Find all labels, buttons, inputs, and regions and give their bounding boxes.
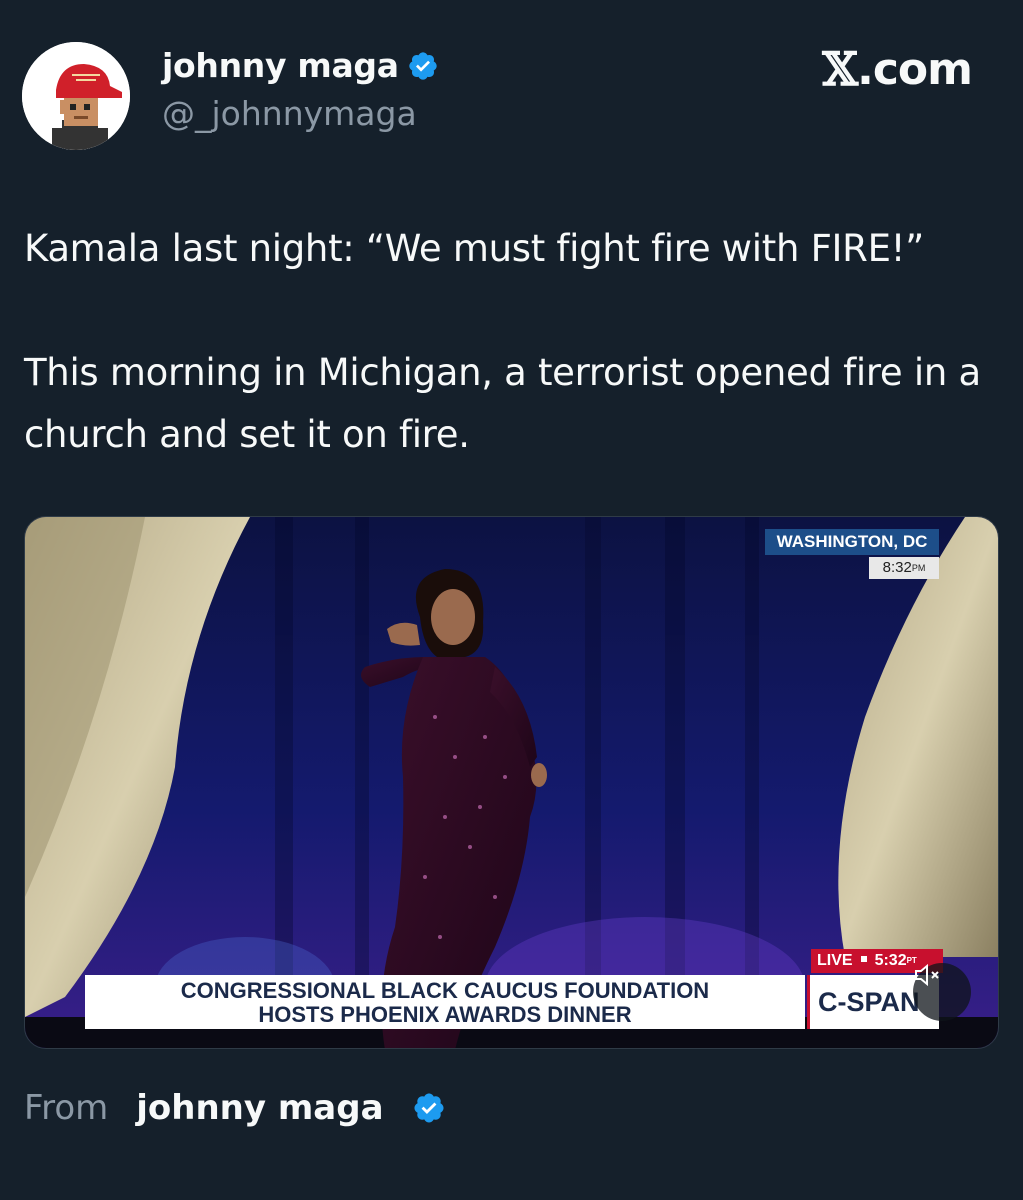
headline-line: CONGRESSIONAL BLACK CAUCUS FOUNDATION — [180, 978, 710, 1003]
lower-third-headline: CONGRESSIONAL BLACK CAUCUS FOUNDATION HO… — [85, 975, 805, 1029]
x-logo-icon: 𝕏 — [822, 42, 858, 96]
live-label: LIVE — [817, 952, 853, 969]
x-brand: 𝕏 .com — [822, 42, 973, 96]
location-badge: WASHINGTON, DC — [765, 529, 939, 555]
tweet-paragraph: This morning in Michigan, a terrorist op… — [24, 351, 981, 456]
from-label: From — [24, 1088, 109, 1128]
author-avatar[interactable] — [22, 42, 130, 150]
verified-badge-icon — [412, 1091, 446, 1125]
author-display-name[interactable]: johnny maga — [162, 46, 399, 85]
from-attribution: From johnny maga — [24, 1088, 446, 1128]
author-name-row[interactable]: johnny maga — [162, 46, 439, 85]
local-time: 8:32 — [882, 559, 912, 576]
headline-line: HOSTS PHOENIX AWARDS DINNER — [258, 1002, 632, 1027]
tweet-paragraph: Kamala last night: “We must fight fire w… — [24, 227, 925, 270]
tweet-header: johnny maga @_johnnymaga 𝕏 .com — [22, 42, 1002, 152]
pixel-avatar-red-cap-icon — [22, 42, 130, 150]
local-time-suffix: PM — [911, 563, 926, 573]
mute-button[interactable] — [913, 963, 971, 1021]
video-player[interactable]: WASHINGTON, DC 8:32PM LIVE 5:32PT CONGRES… — [24, 516, 999, 1049]
author-handle[interactable]: @_johnnymaga — [162, 94, 417, 133]
tweet-body: Kamala last night: “We must fight fire w… — [24, 218, 999, 466]
speaker-muted-icon — [915, 963, 939, 987]
from-author-name[interactable]: johnny maga — [136, 1088, 383, 1128]
live-time: 5:32 — [874, 952, 907, 969]
verified-badge-icon — [407, 50, 439, 82]
live-dot — [860, 956, 867, 962]
local-time-badge: 8:32PM — [869, 557, 939, 579]
brand-label: .com — [857, 43, 973, 95]
